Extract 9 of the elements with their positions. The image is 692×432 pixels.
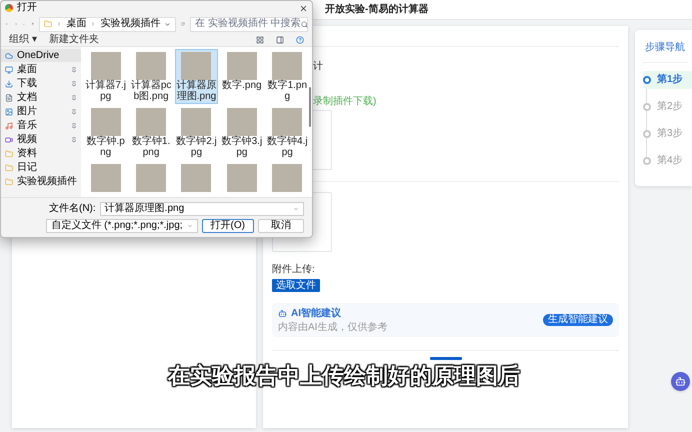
step-nav-title: 步骤导航 bbox=[644, 40, 686, 55]
dialog-title: 打开 bbox=[17, 2, 37, 14]
ai-title: AI智能建议 bbox=[291, 308, 341, 320]
video-subtitle: 在实验报告中上传绘制好的原理图后 bbox=[168, 362, 520, 390]
section-title: 计 bbox=[313, 60, 324, 74]
page-title: 开放实验-简易的计算器 bbox=[325, 2, 428, 17]
ai-disclaimer: 内容由AI生成，仅供参考 bbox=[278, 322, 388, 332]
attachment-label: 附件上传: bbox=[272, 264, 316, 276]
filename-label: 文件名(N): bbox=[49, 203, 96, 215]
